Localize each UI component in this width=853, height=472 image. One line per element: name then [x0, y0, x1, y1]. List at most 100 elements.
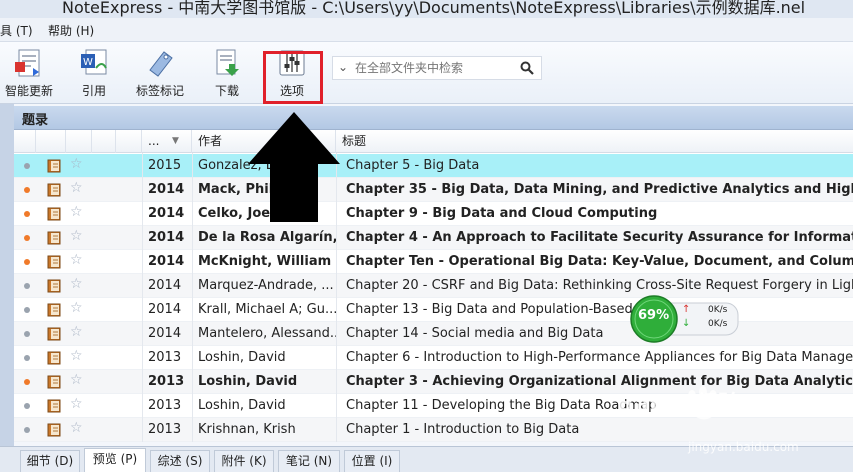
table-row[interactable]: ☆ 2014 De la Rosa Algarín, . Chapter 4 - An… — [14, 226, 853, 250]
table-row[interactable]: ☆ 2014 Mack, Phill Chapter 35 - Big Data, D… — [14, 178, 853, 202]
svg-text:W: W — [83, 57, 93, 68]
menu-help[interactable]: 帮助 (H) — [48, 22, 94, 39]
table-row[interactable]: ☆ 2013 Loshin, David Chapter 6 - Introducti… — [14, 346, 853, 370]
book-type-icon — [47, 279, 61, 293]
cell-year: 2014 — [148, 206, 185, 221]
col-star[interactable] — [66, 130, 92, 153]
cell-year: 2013 — [148, 398, 182, 413]
chevron-down-icon[interactable]: ⌄ — [338, 60, 348, 74]
menu-tools[interactable]: 具 (T) — [0, 22, 33, 39]
cell-author: Loshin, David — [198, 374, 298, 389]
download-button[interactable]: 下载 — [210, 48, 244, 100]
download-speed: 0K/s — [708, 319, 728, 329]
menu-bar: 具 (T) 帮助 (H) — [0, 18, 853, 42]
cite-button[interactable]: W 引用 — [76, 48, 112, 100]
star-icon[interactable]: ☆ — [70, 324, 83, 340]
tab-attachments[interactable]: 附件 (K) — [214, 450, 274, 472]
star-icon[interactable]: ☆ — [70, 204, 83, 220]
tab-details[interactable]: 细节 (D) — [20, 450, 80, 472]
left-pane-edge[interactable] — [0, 104, 14, 446]
star-icon[interactable]: ☆ — [70, 300, 83, 316]
star-icon[interactable]: ☆ — [70, 420, 83, 436]
tab-preview[interactable]: 预览 (P) — [84, 448, 146, 472]
tag-button[interactable]: 标签标记 — [134, 48, 186, 100]
unread-dot-icon — [24, 379, 30, 385]
col-author-label: 作者 — [198, 134, 223, 148]
section-header: 题录 — [14, 106, 853, 130]
star-icon[interactable]: ☆ — [70, 372, 83, 388]
book-type-icon — [47, 207, 61, 221]
book-type-icon — [47, 159, 61, 173]
col-status[interactable] — [14, 130, 36, 153]
book-type-icon — [47, 231, 61, 245]
cell-year: 2015 — [148, 158, 182, 173]
col-year-label: ... — [148, 134, 160, 148]
cell-title: Chapter Ten - Operational Big Data: Key-… — [346, 254, 853, 269]
smart-update-icon — [15, 49, 40, 77]
tab-location[interactable]: 位置 (I) — [344, 450, 400, 472]
cell-year: 2014 — [148, 254, 185, 269]
cite-label: 引用 — [81, 84, 106, 98]
cell-author: De la Rosa Algarín, . — [198, 230, 338, 245]
table-row[interactable]: ☆ 2014 McKnight, William Chapter Ten - Oper… — [14, 250, 853, 274]
cell-title: Chapter 35 - Big Data, Data Mining, and … — [346, 182, 853, 197]
cell-title: Chapter 4 - An Approach to Facilitate Se… — [346, 230, 853, 245]
search-icon[interactable] — [520, 61, 534, 75]
star-icon[interactable]: ☆ — [70, 180, 83, 196]
tab-notes[interactable]: 笔记 (N) — [278, 450, 340, 472]
download-label: 下载 — [214, 84, 239, 98]
book-type-icon — [47, 327, 61, 341]
star-icon[interactable]: ☆ — [70, 396, 83, 412]
table-header: ... ▼ 作者 标题 — [14, 130, 853, 153]
cell-year: 2014 — [148, 278, 182, 293]
cell-year: 2013 — [148, 374, 185, 389]
cell-year: 2014 — [148, 326, 182, 341]
read-dot-icon — [24, 307, 30, 313]
cell-author: McKnight, William — [198, 254, 332, 269]
col-year[interactable]: ... ▼ — [142, 130, 192, 153]
col-title[interactable]: 标题 — [336, 130, 853, 153]
unread-dot-icon — [24, 259, 30, 265]
cell-title: Chapter 6 - Introduction to High-Perform… — [346, 350, 853, 365]
tag-label: 标签标记 — [135, 84, 184, 98]
search-box[interactable]: ⌄ — [332, 56, 542, 80]
search-input[interactable] — [355, 60, 515, 76]
cell-year: 2013 — [148, 422, 182, 437]
read-dot-icon — [24, 331, 30, 337]
sort-desc-icon: ▼ — [172, 136, 179, 146]
cell-year: 2013 — [148, 350, 182, 365]
col-extra[interactable] — [116, 130, 142, 153]
cell-author: Marquez-Andrade, ... — [198, 278, 334, 293]
star-icon[interactable]: ☆ — [70, 156, 83, 172]
read-dot-icon — [24, 427, 30, 433]
upload-arrow-icon: ↑ — [682, 304, 691, 315]
tab-summary[interactable]: 综述 (S) — [150, 450, 210, 472]
cell-title: Chapter 9 - Big Data and Cloud Computing — [346, 206, 658, 221]
cell-author: Loshin, David — [198, 350, 286, 365]
section-title: 题录 — [22, 113, 49, 128]
book-type-icon — [47, 183, 61, 197]
cell-title: Chapter 13 - Big Data and Population-Bas… — [346, 302, 647, 317]
smart-update-button[interactable]: 智能更新 — [2, 48, 56, 100]
table-row[interactable]: ☆ 2015 Gonzalez, L Chapter 5 - Big Data — [14, 154, 853, 178]
star-icon[interactable]: ☆ — [70, 252, 83, 268]
table-row[interactable]: ☆ 2014 Celko, Joe Chapter 9 - Big Data and … — [14, 202, 853, 226]
star-icon[interactable]: ☆ — [70, 276, 83, 292]
cell-year: 2014 — [148, 302, 182, 317]
col-type[interactable] — [36, 130, 66, 153]
window-title: NoteExpress - 中南大学图书馆版 - C:\Users\yy\Doc… — [62, 0, 806, 17]
col-divider — [192, 153, 193, 442]
cite-word-icon: W — [81, 49, 107, 75]
cell-title: Chapter 20 - CSRF and Big Data: Rethinki… — [346, 278, 853, 293]
unread-dot-icon — [24, 235, 30, 241]
star-icon[interactable]: ☆ — [70, 348, 83, 364]
cell-author: Krall, Michael A; Gu... — [198, 302, 338, 317]
cell-author: Mantelero, Alessand... — [198, 326, 338, 341]
col-attach[interactable] — [92, 130, 116, 153]
network-monitor[interactable]: 69% ↑ ↓ 0K/s 0K/s — [630, 295, 740, 343]
baidu-watermark: Baidu 经验 jingyan.baidu.com — [618, 380, 853, 472]
star-icon[interactable]: ☆ — [70, 228, 83, 244]
tag-icon — [149, 51, 173, 77]
book-type-icon — [47, 303, 61, 317]
col-title-label: 标题 — [342, 134, 367, 148]
